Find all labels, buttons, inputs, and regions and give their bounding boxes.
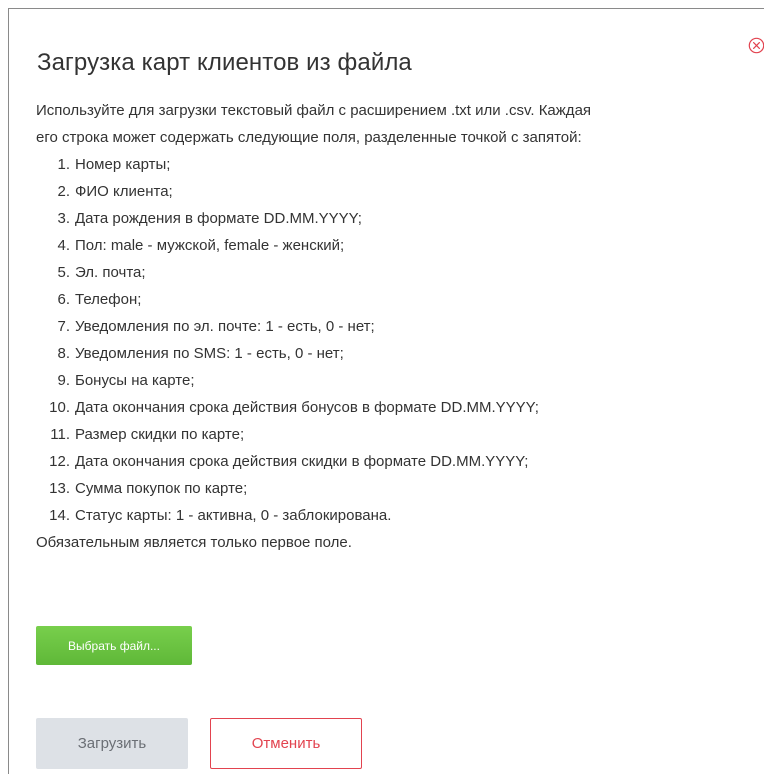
list-item: 7. Уведомления по эл. почте: 1 - есть, 0 …: [36, 313, 751, 340]
list-item-text: Телефон;: [75, 291, 142, 308]
list-item-number: 1.: [57, 156, 70, 173]
list-item-number: 3.: [57, 210, 70, 227]
list-item-text: Дата рождения в формате DD.MM.YYYY;: [75, 210, 362, 227]
intro-text-line-1: Используйте для загрузки текстовый файл …: [36, 102, 592, 119]
list-item-number: 6.: [57, 291, 70, 308]
upload-button[interactable]: Загрузить: [36, 718, 188, 769]
list-item: 5. Эл. почта;: [36, 259, 751, 286]
list-item-text: Уведомления по эл. почте: 1 - есть, 0 - …: [75, 318, 375, 335]
required-field-note: Обязательным является только первое поле…: [36, 534, 352, 551]
dialog-title: Загрузка карт клиентов из файла: [37, 49, 412, 76]
list-item: 10. Дата окончания срока действия бонусов…: [36, 394, 751, 421]
list-item-text: Эл. почта;: [75, 264, 146, 281]
list-item-number: 2.: [57, 183, 70, 200]
list-item: 13. Сумма покупок по карте;: [36, 475, 751, 502]
field-list: 1. Номер карты; 2. ФИО клиента; 3. Дата рож…: [36, 151, 751, 529]
list-item: 12. Дата окончания срока действия скидки …: [36, 448, 751, 475]
list-item: 2. ФИО клиента;: [36, 178, 751, 205]
list-item: 3. Дата рождения в формате DD.MM.YYYY;: [36, 205, 751, 232]
list-item: 9. Бонусы на карте;: [36, 367, 751, 394]
intro-text-line-2: его строка может содержать следующие пол…: [36, 129, 582, 146]
list-item: 4. Пол: male - мужской, female - женский;: [36, 232, 751, 259]
list-item-number: 7.: [57, 318, 70, 335]
choose-file-button[interactable]: Выбрать файл...: [36, 626, 192, 665]
list-item-text: Дата окончания срока действия скидки в ф…: [75, 453, 529, 470]
list-item: 8. Уведомления по SMS: 1 - есть, 0 - нет;: [36, 340, 751, 367]
list-item-number: 9.: [57, 372, 70, 389]
upload-cards-dialog: Загрузка карт клиентов из файла Использу…: [8, 8, 764, 774]
list-item-text: Пол: male - мужской, female - женский;: [75, 237, 345, 254]
list-item: 1. Номер карты;: [36, 151, 751, 178]
list-item-text: ФИО клиента;: [75, 183, 173, 200]
list-item-number: 4.: [57, 237, 70, 254]
list-item-number: 13.: [49, 480, 70, 497]
list-item-text: Сумма покупок по карте;: [75, 480, 248, 497]
list-item-number: 11.: [50, 426, 70, 443]
list-item-number: 8.: [57, 345, 70, 362]
list-item-number: 5.: [57, 264, 70, 281]
cancel-button[interactable]: Отменить: [210, 718, 362, 769]
dialog-description: Используйте для загрузки текстовый файл …: [36, 97, 751, 556]
list-item-number: 14.: [49, 507, 70, 524]
list-item: 6. Телефон;: [36, 286, 751, 313]
list-item-number: 12.: [49, 453, 70, 470]
list-item-text: Бонусы на карте;: [75, 372, 195, 389]
list-item-text: Номер карты;: [75, 156, 171, 173]
list-item-text: Статус карты: 1 - активна, 0 - заблокиро…: [75, 507, 392, 524]
list-item: 11. Размер скидки по карте;: [36, 421, 751, 448]
list-item-text: Размер скидки по карте;: [75, 426, 245, 443]
list-item-text: Дата окончания срока действия бонусов в …: [75, 399, 539, 416]
list-item: 14. Статус карты: 1 - активна, 0 - заблок…: [36, 502, 751, 529]
list-item-number: 10.: [49, 399, 70, 416]
close-circle-icon: [748, 37, 764, 54]
list-item-text: Уведомления по SMS: 1 - есть, 0 - нет;: [75, 345, 344, 362]
close-icon[interactable]: [748, 37, 764, 54]
